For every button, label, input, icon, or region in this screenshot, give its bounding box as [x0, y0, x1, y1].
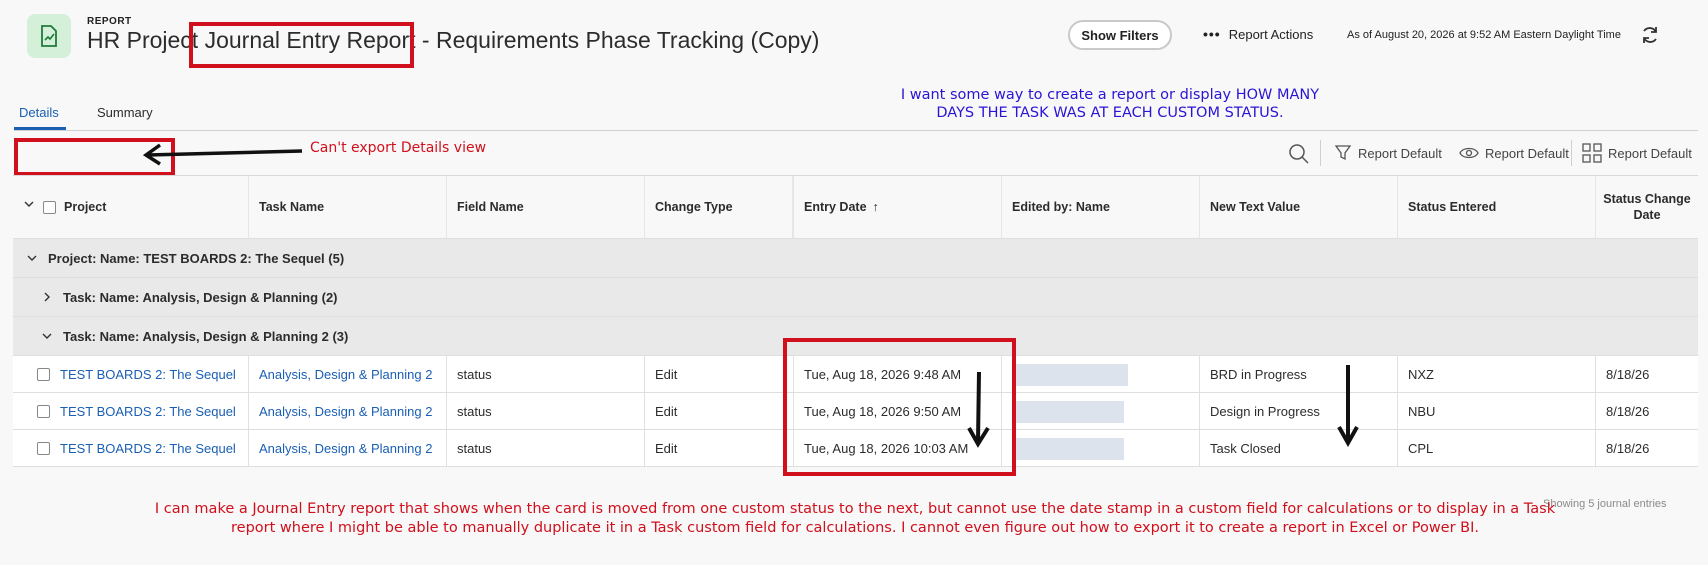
row-checkbox[interactable]: [37, 441, 50, 455]
report-icon: [27, 14, 71, 58]
field-name-cell: status: [446, 430, 644, 466]
new-text-value-cell: BRD in Progress: [1199, 356, 1397, 392]
field-name-cell: status: [446, 393, 644, 429]
eye-icon: [1459, 147, 1479, 159]
column-header-status-entered[interactable]: Status Entered: [1397, 176, 1595, 238]
chevron-down-icon[interactable]: [26, 252, 38, 264]
edited-by-cell: [1001, 356, 1199, 392]
project-link[interactable]: TEST BOARDS 2: The Sequel: [60, 441, 236, 456]
report-document-icon: [41, 25, 57, 47]
row-checkbox[interactable]: [37, 404, 50, 418]
tab-divider: [14, 130, 1698, 131]
change-type-cell: Edit: [644, 356, 793, 392]
chevron-down-icon[interactable]: [23, 198, 35, 210]
annotation-status-days: I want some way to create a report or di…: [900, 87, 1320, 121]
arrow-left-icon: [142, 143, 303, 166]
chevron-down-icon[interactable]: [41, 330, 53, 342]
filter-default-button[interactable]: Report Default: [1334, 141, 1442, 165]
sort-ascending-icon: ↑: [872, 200, 879, 214]
status-entered-cell: NBU: [1397, 393, 1595, 429]
status-entered-cell: NXZ: [1397, 356, 1595, 392]
column-label-project: Project: [64, 200, 107, 214]
column-header-field-name[interactable]: Field Name: [446, 176, 644, 238]
change-type-cell: Edit: [644, 393, 793, 429]
group-row-task-1[interactable]: Task: Name: Analysis, Design & Planning …: [13, 278, 1698, 317]
table-header-row: Project Task Name Field Name Change Type…: [13, 176, 1698, 239]
report-eyebrow: REPORT: [87, 16, 132, 27]
tab-summary[interactable]: Summary: [97, 105, 153, 120]
arrow-down-icon: [1337, 365, 1359, 447]
as-of-timestamp: As of August 20, 2026 at 9:52 AM Eastern…: [1347, 29, 1621, 41]
view-default-button[interactable]: Report Default: [1459, 141, 1569, 165]
new-text-value-cell: Task Closed: [1199, 430, 1397, 466]
refresh-icon[interactable]: [1640, 25, 1660, 45]
project-link[interactable]: TEST BOARDS 2: The Sequel: [60, 367, 236, 382]
arrow-down-icon: [967, 371, 990, 448]
edited-by-cell: [1001, 430, 1199, 466]
filter-default-label: Report Default: [1358, 145, 1442, 161]
status-change-date-cell: 8/18/26: [1595, 356, 1698, 392]
title-highlight-box: [189, 22, 414, 68]
select-all-checkbox[interactable]: [43, 200, 56, 214]
report-page: REPORT HR Project Journal Entry Report -…: [0, 0, 1708, 565]
toolbar-divider: [1571, 140, 1572, 166]
status-entered-cell: CPL: [1397, 430, 1595, 466]
new-text-value-cell: Design in Progress: [1199, 393, 1397, 429]
more-icon: •••: [1203, 26, 1221, 42]
edited-by-cell: [1001, 393, 1199, 429]
grid-icon: [1582, 143, 1602, 163]
field-name-cell: status: [446, 356, 644, 392]
project-link[interactable]: TEST BOARDS 2: The Sequel: [60, 404, 236, 419]
tab-details[interactable]: Details: [19, 105, 59, 120]
grouping-default-label: Report Default: [1608, 145, 1692, 161]
report-actions-button[interactable]: ••• Report Actions: [1203, 26, 1313, 42]
group-label-project: Project: Name: TEST BOARDS 2: The Sequel…: [48, 250, 345, 266]
status-change-date-cell: 8/18/26: [1595, 393, 1698, 429]
column-header-project[interactable]: Project: [13, 176, 248, 238]
column-header-edited-by[interactable]: Edited by: Name: [1001, 176, 1199, 238]
change-type-cell: Edit: [644, 430, 793, 466]
chevron-right-icon[interactable]: [41, 291, 53, 303]
group-label-task-1: Task: Name: Analysis, Design & Planning …: [63, 289, 338, 305]
annotation-journal-entry: I can make a Journal Entry report that s…: [154, 501, 1556, 536]
filter-icon: [1334, 145, 1352, 161]
column-header-status-change-date[interactable]: Status Change Date: [1595, 176, 1698, 238]
toolbar-divider: [1320, 140, 1321, 166]
status-change-date-cell: 8/18/26: [1595, 430, 1698, 466]
column-header-new-text-value[interactable]: New Text Value: [1199, 176, 1397, 238]
row-checkbox[interactable]: [37, 367, 50, 381]
title-part-3: - Requirements Phase Tracking (Copy): [415, 27, 820, 53]
show-filters-button[interactable]: Show Filters: [1068, 20, 1172, 50]
report-actions-label: Report Actions: [1228, 26, 1314, 42]
task-link[interactable]: Analysis, Design & Planning 2: [248, 356, 446, 392]
task-link[interactable]: Analysis, Design & Planning 2: [248, 430, 446, 466]
column-label-entry-date: Entry Date: [804, 200, 867, 214]
redacted-name: [1016, 438, 1124, 460]
annotation-cant-export: Can't export Details view: [310, 140, 487, 156]
group-label-task-2: Task: Name: Analysis, Design & Planning …: [63, 328, 349, 344]
redacted-name: [1016, 401, 1124, 423]
grouping-default-button[interactable]: Report Default: [1582, 141, 1692, 165]
search-icon[interactable]: [1288, 143, 1310, 165]
view-default-label: Report Default: [1485, 145, 1569, 161]
task-link[interactable]: Analysis, Design & Planning 2: [248, 393, 446, 429]
column-header-task-name[interactable]: Task Name: [248, 176, 446, 238]
title-part-1: HR Project: [87, 27, 205, 53]
redacted-name: [1016, 364, 1128, 386]
group-row-project[interactable]: Project: Name: TEST BOARDS 2: The Sequel…: [13, 239, 1698, 278]
column-header-entry-date[interactable]: Entry Date ↑: [793, 176, 1001, 238]
